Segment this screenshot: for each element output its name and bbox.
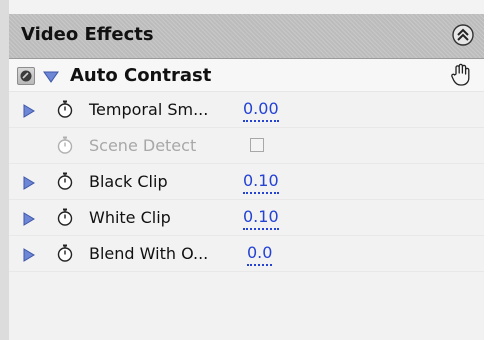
triangle-right-icon[interactable]	[23, 175, 35, 190]
param-label: Blend With O...	[89, 244, 209, 263]
param-label: White Clip	[89, 208, 171, 227]
scene-detect-checkbox[interactable]	[250, 138, 264, 152]
stopwatch-icon	[56, 135, 74, 155]
fx-toggle-icon[interactable]	[17, 67, 35, 85]
param-row-scene-detect: Scene Detect	[9, 128, 484, 164]
stopwatch-icon[interactable]	[56, 207, 74, 227]
right-edge	[484, 0, 497, 340]
hand-cursor-icon[interactable]	[450, 63, 472, 87]
stopwatch-icon[interactable]	[56, 171, 74, 191]
stopwatch-icon[interactable]	[56, 243, 74, 263]
triangle-right-icon[interactable]	[23, 211, 35, 226]
param-row-temporal-smoothing[interactable]: Temporal Sm... 0.00	[9, 92, 484, 128]
section-title: Video Effects	[21, 24, 154, 45]
param-row-white-clip[interactable]: White Clip 0.10	[9, 200, 484, 236]
param-row-blend-with-original[interactable]: Blend With O... 0.0	[9, 236, 484, 272]
stopwatch-icon[interactable]	[56, 99, 74, 119]
double-chevron-up-icon[interactable]	[451, 23, 475, 47]
triangle-right-icon[interactable]	[23, 103, 35, 118]
param-label: Scene Detect	[89, 136, 197, 155]
video-effects-window: Video Effects Auto Contrast Temporal Sm.…	[0, 0, 497, 340]
param-row-black-clip[interactable]: Black Clip 0.10	[9, 164, 484, 200]
param-value-field[interactable]: 0.10	[243, 172, 279, 194]
effect-row-auto-contrast[interactable]: Auto Contrast	[9, 59, 484, 92]
param-label: Temporal Sm...	[89, 100, 209, 119]
triangle-down-icon[interactable]	[43, 69, 59, 83]
left-edge	[0, 0, 9, 340]
triangle-right-icon[interactable]	[23, 247, 35, 262]
section-header: Video Effects	[9, 14, 484, 59]
param-value-field[interactable]: 0.0	[247, 244, 273, 266]
effect-name: Auto Contrast	[70, 65, 212, 86]
param-value-field[interactable]: 0.10	[243, 208, 279, 230]
param-value-field[interactable]: 0.00	[243, 100, 279, 122]
param-label: Black Clip	[89, 172, 168, 191]
